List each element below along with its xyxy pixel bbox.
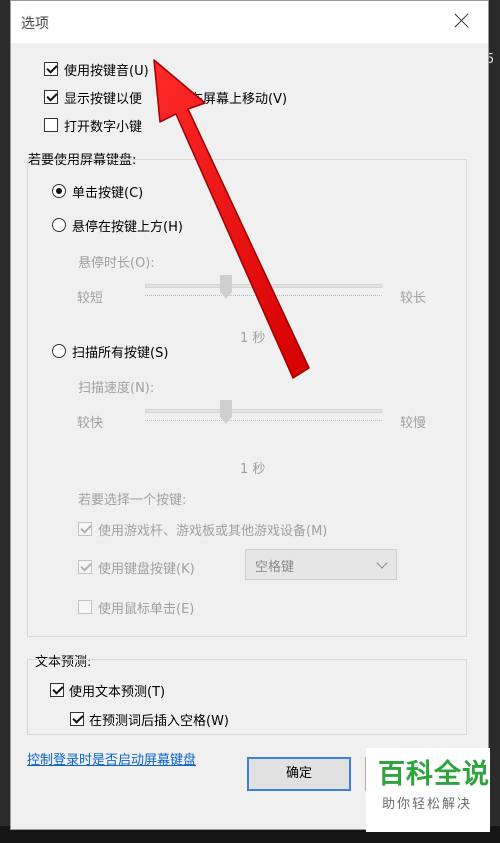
watermark-title: 百科全说 [378,759,490,790]
arrow-shape [153,59,310,379]
red-arrow-annotation [153,59,310,379]
watermark-subtitle: 助你轻松解决 [382,797,473,812]
watermark-logo: 百科全说 助你轻松解决 [366,748,490,832]
